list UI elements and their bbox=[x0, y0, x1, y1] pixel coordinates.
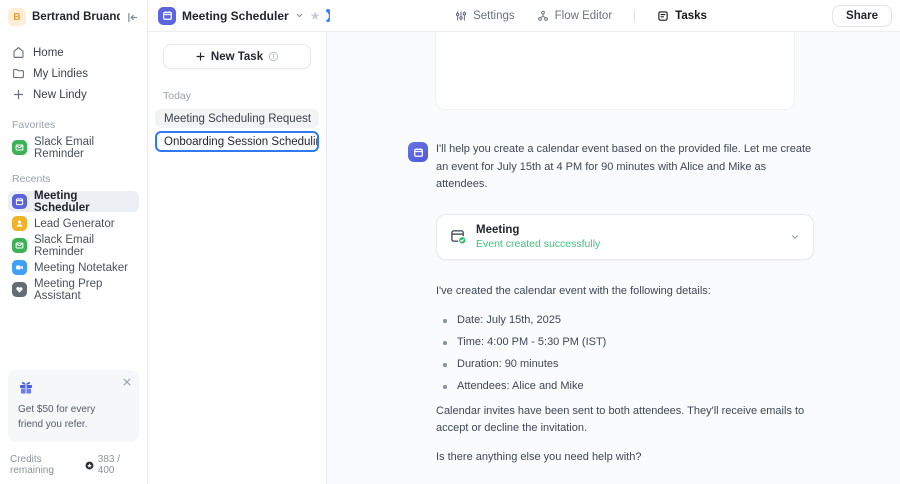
referral-promo-card: Get $50 for every friend you refer. bbox=[8, 370, 139, 442]
task-item[interactable]: Meeting Scheduling Request bbox=[155, 109, 319, 128]
heart-icon bbox=[12, 282, 27, 297]
lindy-label: Slack Email Reminder bbox=[34, 135, 95, 160]
sidebar-section-favorites: Favorites bbox=[12, 119, 56, 131]
task-group-label: Today bbox=[163, 90, 192, 102]
workspace-switcher[interactable]: B Bertrand Bruandet's... bbox=[8, 6, 139, 28]
sliders-icon bbox=[455, 10, 467, 21]
workspace-name: Bertrand Bruandet's... bbox=[32, 11, 120, 23]
sidebar: B Bertrand Bruandet's... Home My Lindies… bbox=[0, 0, 148, 484]
sidebar-item-slack-email-reminder[interactable]: Slack Email Reminder bbox=[8, 135, 139, 160]
plus-icon bbox=[13, 89, 24, 100]
sidebar-item-lead-generator[interactable]: Lead Generator bbox=[8, 213, 139, 234]
calendar-check-icon bbox=[450, 228, 467, 245]
assistant-text: Is there anything else you need help wit… bbox=[436, 450, 642, 463]
agent-enabled-toggle[interactable] bbox=[319, 9, 330, 22]
app-window: B Bertrand Bruandet's... Home My Lindies… bbox=[0, 0, 900, 484]
task-title-input[interactable]: Onboarding Session Scheduling bbox=[155, 131, 319, 152]
lindy-label: Slack Email Reminder bbox=[34, 233, 95, 258]
detail-item: Time: 4:00 PM - 5:30 PM (IST) bbox=[436, 334, 814, 352]
chevron-down-icon[interactable] bbox=[295, 11, 304, 20]
main-area: Meeting Scheduler ★ Settings Flow Editor bbox=[148, 0, 900, 484]
envelope-icon bbox=[12, 140, 27, 155]
agent-title[interactable]: Meeting Scheduler bbox=[182, 9, 289, 23]
credits-value: 383 / 400 bbox=[97, 454, 121, 476]
new-task-label: New Task bbox=[210, 50, 264, 63]
home-icon bbox=[13, 47, 24, 58]
lindy-label: Lead Generator bbox=[34, 217, 115, 230]
meeting-event-card[interactable]: Meeting Event created successfully bbox=[436, 213, 814, 260]
tab-settings[interactable]: Settings bbox=[455, 10, 515, 22]
close-icon[interactable] bbox=[123, 378, 131, 386]
plus-icon bbox=[196, 52, 205, 61]
task-title: Meeting Scheduling Request bbox=[164, 112, 312, 125]
person-icon bbox=[12, 216, 27, 231]
assistant-text: I've created the calendar event with the… bbox=[436, 284, 711, 297]
chevron-down-icon[interactable] bbox=[790, 232, 800, 242]
lindy-label: Meeting Scheduler bbox=[34, 189, 90, 214]
topbar-tabs: Settings Flow Editor Tasks bbox=[330, 8, 832, 23]
folder-icon bbox=[13, 68, 24, 79]
video-icon bbox=[12, 260, 27, 275]
sidebar-item-label: New Lindy bbox=[33, 88, 87, 101]
lindy-label: Meeting Notetaker bbox=[34, 261, 128, 274]
credits-remaining: Credits remaining 383 / 400 bbox=[8, 454, 139, 476]
event-card-status: Event created successfully bbox=[476, 237, 601, 250]
tab-label: Settings bbox=[473, 9, 515, 22]
calendar-icon bbox=[158, 6, 176, 25]
tab-label: Tasks bbox=[675, 9, 707, 22]
detail-item: Date: July 15th, 2025 bbox=[436, 312, 814, 330]
share-button[interactable]: Share bbox=[832, 4, 892, 27]
calendar-icon bbox=[12, 194, 27, 209]
lindy-label: Meeting Prep Assistant bbox=[34, 277, 103, 302]
assistant-text: I'll help you create a calendar event ba… bbox=[436, 143, 812, 190]
detail-item: Duration: 90 minutes bbox=[436, 356, 814, 374]
assistant-text: Calendar invites have been sent to both … bbox=[436, 404, 805, 435]
clipboard-icon bbox=[658, 10, 668, 21]
gift-icon bbox=[18, 379, 129, 395]
event-details-list: Date: July 15th, 2025 Time: 4:00 PM - 5:… bbox=[436, 312, 814, 396]
info-icon bbox=[269, 51, 279, 62]
credits-label: Credits remaining bbox=[10, 454, 54, 476]
task-title: Onboarding Session Scheduling bbox=[164, 135, 319, 148]
scrolled-message-card bbox=[435, 32, 795, 110]
assistant-message: I'll help you create a calendar event ba… bbox=[408, 141, 814, 466]
flow-icon bbox=[537, 10, 548, 21]
new-task-button[interactable]: New Task bbox=[163, 44, 311, 69]
topbar: Meeting Scheduler ★ Settings Flow Editor bbox=[148, 0, 900, 32]
tab-tasks[interactable]: Tasks bbox=[657, 10, 707, 22]
collapse-sidebar-icon[interactable] bbox=[126, 11, 139, 24]
sidebar-item-meeting-prep-assistant[interactable]: Meeting Prep Assistant bbox=[8, 277, 139, 302]
tab-label: Flow Editor bbox=[554, 9, 613, 22]
divider bbox=[634, 8, 636, 23]
detail-item: Attendees: Alice and Mike bbox=[436, 378, 814, 396]
sidebar-item-label: My Lindies bbox=[33, 67, 88, 80]
task-list-panel: New Task Today Meeting Scheduling Reques… bbox=[148, 32, 327, 484]
chat-panel[interactable]: I'll help you create a calendar event ba… bbox=[327, 32, 900, 484]
sidebar-item-meeting-scheduler[interactable]: Meeting Scheduler bbox=[8, 189, 139, 214]
event-card-title: Meeting bbox=[476, 223, 520, 236]
sidebar-item-label: Home bbox=[33, 46, 64, 59]
coin-icon bbox=[85, 461, 94, 470]
assistant-avatar-calendar-icon bbox=[408, 142, 428, 162]
sidebar-section-recents: Recents bbox=[12, 173, 51, 185]
workspace-avatar: B bbox=[8, 8, 26, 26]
promo-text: Get $50 for every friend you refer. bbox=[18, 404, 96, 430]
sidebar-item-home[interactable]: Home bbox=[8, 42, 139, 63]
envelope-icon bbox=[12, 238, 27, 253]
sidebar-item-meeting-notetaker[interactable]: Meeting Notetaker bbox=[8, 257, 139, 278]
sidebar-item-slack-email-reminder-2[interactable]: Slack Email Reminder bbox=[8, 233, 139, 258]
sidebar-item-new-lindy[interactable]: New Lindy bbox=[8, 84, 139, 105]
tab-flow-editor[interactable]: Flow Editor bbox=[537, 9, 613, 22]
sidebar-item-my-lindies[interactable]: My Lindies bbox=[8, 63, 139, 84]
